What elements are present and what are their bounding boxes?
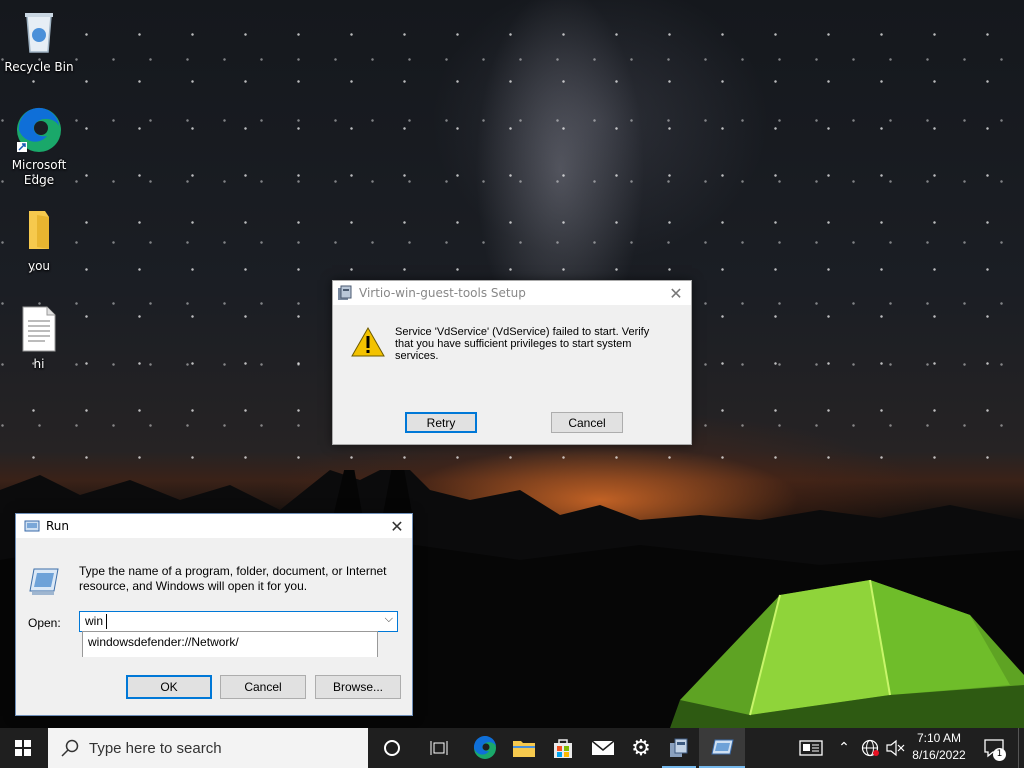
notification-center-button[interactable]: 1	[976, 728, 1012, 768]
windows-logo-icon	[15, 740, 31, 756]
show-desktop-button[interactable]	[1018, 728, 1024, 768]
globe-icon	[861, 739, 879, 757]
autocomplete-item[interactable]: windowsdefender://Network/	[88, 635, 239, 649]
taskbar-setup-app[interactable]	[656, 728, 702, 768]
close-icon[interactable]: ✕	[661, 281, 691, 305]
taskbar-search[interactable]: Type here to search	[48, 728, 368, 768]
run-dialog: Run ✕ Type the name of a program, folder…	[15, 513, 413, 716]
clock-date: 8/16/2022	[912, 748, 966, 762]
run-dialog-title: Run	[46, 519, 70, 533]
speaker-muted-icon	[886, 739, 905, 757]
desktop-icon-edge[interactable]: Microsoft Edge	[1, 106, 77, 188]
search-placeholder: Type here to search	[89, 739, 222, 757]
run-dialog-description: Type the name of a program, folder, docu…	[79, 564, 387, 593]
setup-dialog-message: Service 'VdService' (VdService) failed t…	[395, 326, 650, 362]
retry-button[interactable]: Retry	[405, 412, 477, 433]
desktop-icon-recycle-bin[interactable]: Recycle Bin	[1, 8, 77, 75]
cortana-circle-icon	[384, 740, 400, 756]
run-cancel-button[interactable]: Cancel	[220, 675, 306, 699]
close-icon[interactable]: ✕	[382, 514, 412, 538]
run-app-icon	[24, 520, 40, 532]
clock[interactable]: 7:10 AM 8/16/2022	[908, 730, 970, 766]
open-combobox[interactable]: win ⌵	[79, 611, 398, 632]
desktop-icon-label: you	[27, 259, 51, 273]
open-input[interactable]: win	[85, 614, 103, 628]
taskbar: Type here to search ⚙ ⌃ 7:10 AM 8/16/202…	[0, 728, 1024, 768]
hidden-icons-button[interactable]: ⌃	[832, 728, 856, 768]
edge-icon	[15, 106, 63, 154]
recycle-bin-icon	[15, 8, 63, 56]
run-app-icon	[711, 739, 734, 755]
volume-status[interactable]	[882, 728, 908, 768]
store-icon	[554, 739, 572, 758]
search-icon	[61, 739, 79, 757]
chevron-up-icon: ⌃	[838, 740, 850, 756]
setup-app-icon	[338, 285, 352, 300]
desktop-icon-folder-you[interactable]: you	[1, 207, 77, 274]
news-widget-button[interactable]	[788, 728, 834, 768]
text-file-icon	[15, 305, 63, 353]
desktop-icon-file-hi[interactable]: hi	[1, 305, 77, 372]
desktop-icon-label: hi	[33, 357, 45, 371]
news-icon	[799, 740, 823, 756]
taskbar-run[interactable]	[699, 728, 745, 768]
ok-button[interactable]: OK	[126, 675, 212, 699]
text-cursor	[106, 614, 107, 629]
clock-time: 7:10 AM	[916, 731, 962, 745]
network-status[interactable]	[858, 728, 882, 768]
desktop-icon-label: Recycle Bin	[4, 60, 74, 74]
warning-icon	[351, 327, 385, 357]
browse-button[interactable]: Browse...	[315, 675, 401, 699]
folder-icon	[15, 207, 63, 255]
wallpaper-tent	[670, 579, 1024, 728]
mail-icon	[591, 740, 615, 755]
gear-icon: ⚙	[631, 735, 651, 761]
task-view-icon	[430, 741, 448, 755]
setup-dialog-title: Virtio-win-guest-tools Setup	[359, 286, 526, 300]
desktop-icon-label: Microsoft Edge	[11, 158, 67, 187]
setup-app-icon	[670, 738, 688, 757]
chevron-down-icon[interactable]: ⌵	[385, 612, 393, 626]
task-view-button[interactable]	[416, 728, 462, 768]
folder-icon	[513, 741, 535, 757]
notification-badge: 1	[993, 748, 1006, 761]
setup-dialog-titlebar[interactable]: Virtio-win-guest-tools Setup ✕	[333, 281, 691, 305]
setup-error-dialog: Virtio-win-guest-tools Setup ✕ Service '…	[332, 280, 692, 445]
start-button[interactable]	[0, 728, 46, 768]
setup-cancel-button[interactable]: Cancel	[551, 412, 623, 433]
run-program-icon	[29, 568, 59, 595]
open-label: Open:	[28, 616, 61, 630]
run-dialog-titlebar[interactable]: Run ✕	[16, 514, 412, 538]
edge-icon	[473, 736, 496, 759]
cortana-button[interactable]	[369, 728, 415, 768]
